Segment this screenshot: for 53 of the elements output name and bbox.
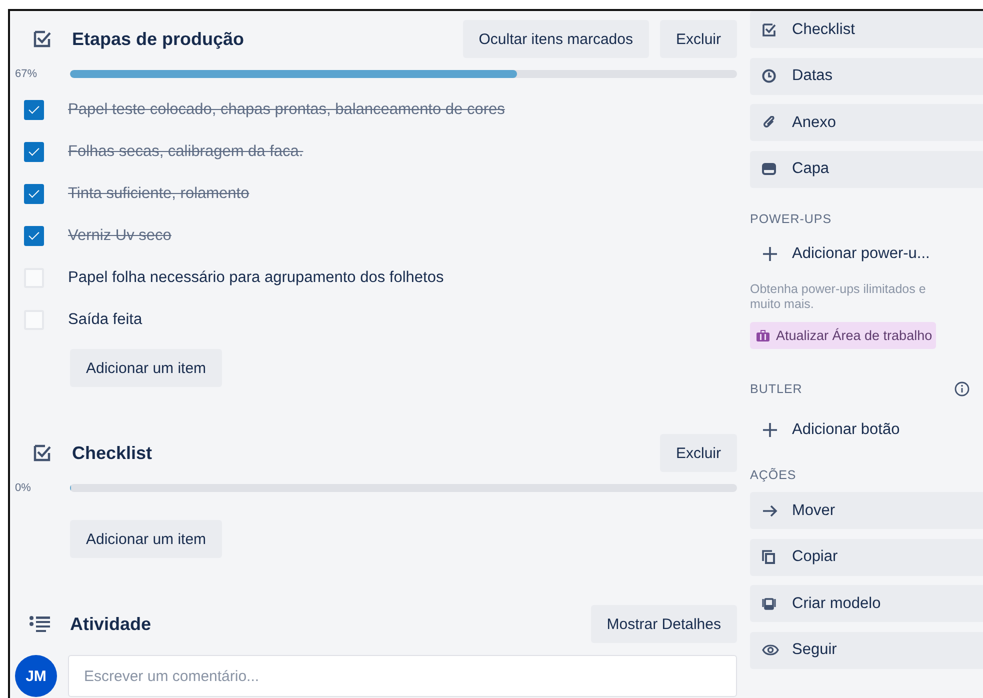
checklist-icon bbox=[32, 443, 52, 463]
show-details-button[interactable]: Mostrar Detalhes bbox=[590, 605, 737, 643]
sidebar-button[interactable]: Capa bbox=[750, 150, 983, 188]
add-button-button[interactable]: Adicionar botão bbox=[750, 411, 983, 448]
checkbox[interactable] bbox=[24, 226, 44, 246]
action-button[interactable]: Copiar bbox=[750, 538, 983, 576]
eye-icon bbox=[762, 644, 779, 656]
delete-button[interactable]: Excluir bbox=[660, 434, 737, 472]
section-heading: BUTLER bbox=[750, 382, 802, 396]
checklist-item[interactable]: Tinta suficiente, rolamento bbox=[68, 185, 250, 203]
checkbox[interactable] bbox=[24, 100, 44, 120]
checklist-item[interactable]: Folhas secas, calibragem da faca. bbox=[68, 143, 304, 161]
checklist-title: Etapas de produção bbox=[72, 28, 246, 50]
hide-checked-button[interactable]: Ocultar itens marcados bbox=[462, 20, 649, 58]
activity-title: Atividade bbox=[70, 614, 152, 634]
checklist-item[interactable]: Papel teste colocado, chapas prontas, balanceamento de cores bbox=[68, 101, 505, 119]
avatar[interactable]: JM bbox=[15, 655, 57, 697]
cover-icon bbox=[762, 163, 776, 175]
delete-button[interactable]: Excluir bbox=[660, 20, 737, 58]
section-heading: POWER-UPS bbox=[750, 212, 832, 226]
sidebar-button[interactable]: Datas bbox=[750, 58, 983, 94]
paperclip-icon bbox=[762, 116, 776, 130]
comment-field[interactable]: Escrever um comentário... bbox=[68, 655, 737, 697]
sidebar-button[interactable]: Checklist bbox=[750, 11, 983, 48]
section-heading: AÇÕES bbox=[750, 468, 796, 482]
checkbox[interactable] bbox=[24, 184, 44, 204]
list-icon bbox=[29, 615, 51, 633]
action-button[interactable]: Criar modelo bbox=[750, 585, 983, 622]
arrow-right-icon bbox=[762, 504, 778, 516]
add-item-button[interactable]: Adicionar um item bbox=[70, 520, 222, 558]
add-power-up-button[interactable]: Adicionar power-u... bbox=[750, 236, 983, 272]
briefcase-icon bbox=[756, 330, 770, 342]
checklist-item[interactable]: Verniz Uv seco bbox=[68, 227, 172, 245]
info-icon[interactable] bbox=[954, 381, 970, 397]
action-button[interactable]: Mover bbox=[750, 492, 983, 529]
checklist-title: Checklist bbox=[72, 442, 154, 464]
action-button[interactable]: Seguir bbox=[750, 632, 983, 668]
upgrade-button[interactable]: Atualizar Área de trabalho bbox=[750, 322, 936, 349]
copy-icon bbox=[762, 550, 775, 564]
checklist-item[interactable]: Saída feita bbox=[68, 311, 142, 329]
clock-icon bbox=[762, 69, 776, 83]
checklist-item[interactable]: Papel folha necessário para agrupamento dos folhetos bbox=[68, 269, 444, 287]
upgrade-note: Obtenha power-ups ilimitados e muito mais. bbox=[750, 282, 927, 312]
checklist-icon bbox=[32, 29, 52, 49]
checklist-icon bbox=[762, 22, 776, 36]
add-item-button[interactable]: Adicionar um item bbox=[70, 349, 222, 387]
progress-percent: 67% bbox=[14, 68, 38, 80]
plus-icon bbox=[762, 246, 778, 262]
plus-icon bbox=[762, 422, 778, 438]
sidebar-button[interactable]: Anexo bbox=[750, 104, 983, 141]
template-icon bbox=[762, 596, 776, 610]
progress-percent: 0% bbox=[14, 482, 32, 494]
checkbox[interactable] bbox=[24, 142, 44, 162]
